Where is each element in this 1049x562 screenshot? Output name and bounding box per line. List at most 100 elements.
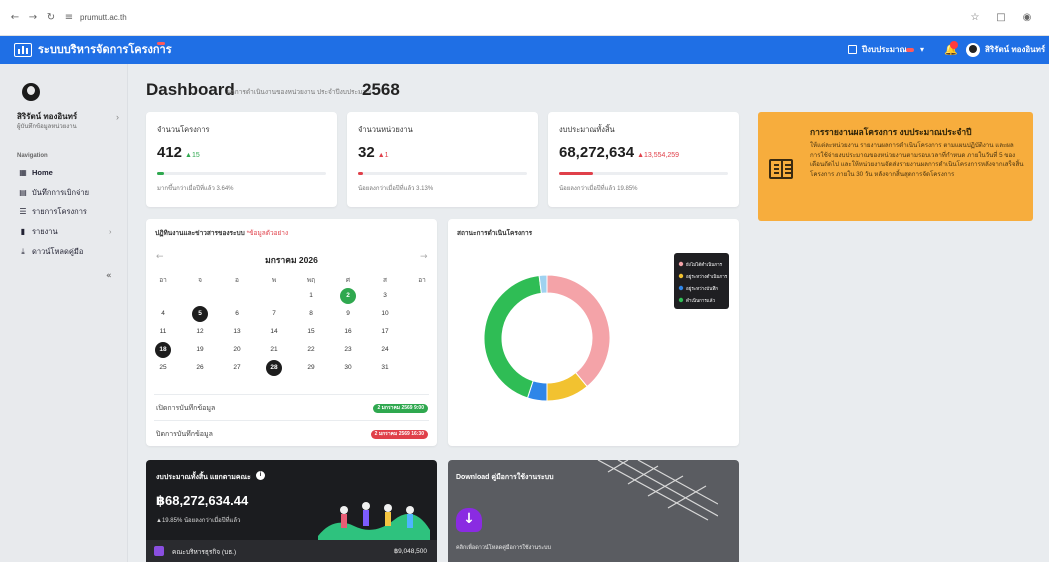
budget-year-value xyxy=(906,48,914,52)
calendar-day[interactable]: 27 xyxy=(229,360,245,376)
stat-note: น้อยลงกว่าเมื่อปีที่แล้ว 19.85% xyxy=(559,186,638,192)
table-icon: ▤ xyxy=(19,188,27,197)
forward-icon[interactable]: → xyxy=(26,11,40,25)
user-menu[interactable]: สิริรัตน์ ทองอินทร์ xyxy=(985,44,1045,56)
stat-progress-fill xyxy=(157,172,164,175)
calendar-day[interactable]: 2 xyxy=(340,288,356,304)
calendar-day[interactable]: 20 xyxy=(229,342,245,358)
calendar-day[interactable]: 29 xyxy=(303,360,319,376)
reload-icon[interactable]: ↻ xyxy=(44,11,58,25)
calendar-icon xyxy=(848,45,857,54)
sidebar-item-reports[interactable]: ▮ รายงาน › xyxy=(17,226,112,238)
collapse-sidebar-icon[interactable]: « xyxy=(106,271,112,281)
calendar-day[interactable]: 17 xyxy=(377,324,393,340)
list-icon: ☰ xyxy=(19,207,27,216)
legend-swatch xyxy=(678,273,684,279)
calendar-day[interactable]: 21 xyxy=(266,342,282,358)
calendar-day[interactable]: 18 xyxy=(155,342,171,358)
profile-icon[interactable]: ◉ xyxy=(1020,11,1034,25)
sidebar-item-disbursement[interactable]: ▤ บันทึกการเบิกจ่าย xyxy=(17,187,89,199)
calendar-day[interactable]: 22 xyxy=(303,342,319,358)
document-icon: ▮ xyxy=(20,227,26,236)
calendar-day[interactable]: 28 xyxy=(266,360,282,376)
calendar-day[interactable]: 4 xyxy=(155,306,171,322)
report-notice-card: การรายงานผลโครงการ งบประมาณประจำปี ให้แต… xyxy=(758,112,1033,221)
address-bar[interactable]: prumutt.ac.th xyxy=(80,10,127,26)
app-title[interactable]: ระบบบริหารจัดการโครงการ xyxy=(38,43,172,57)
calendar-title: ปฏิทินงานและข่าวสารของระบบ *ข้อมูลตัวอย่… xyxy=(155,230,289,237)
calendar-month: มกราคม 2026 xyxy=(265,255,318,265)
calendar-day[interactable]: 12 xyxy=(192,324,208,340)
calendar-card: ปฏิทินงานและข่าวสารของระบบ *ข้อมูลตัวอย่… xyxy=(146,219,437,446)
stat-label: จำนวนโครงการ xyxy=(157,125,210,134)
stat-progress-fill xyxy=(358,172,364,175)
star-icon[interactable]: ☆ xyxy=(968,11,982,25)
calendar-day[interactable]: 3 xyxy=(377,288,393,304)
calendar-title-tag: *ข้อมูลตัวอย่าง xyxy=(246,230,289,237)
calendar-day[interactable]: 30 xyxy=(340,360,356,376)
sidebar-item-projects[interactable]: ☰ รายการโครงการ xyxy=(17,206,87,218)
donut-slice[interactable] xyxy=(546,274,611,388)
calendar-day[interactable]: 11 xyxy=(155,324,171,340)
close-date-label: ปิดการบันทึกข้อมูล xyxy=(156,431,213,438)
stat-card-projects: จำนวนโครงการ 412 ▲15 มากขึ้นกว่าเมื่อปีที… xyxy=(146,112,337,207)
calendar-day[interactable]: 13 xyxy=(229,324,245,340)
calendar-day[interactable]: 1 xyxy=(303,288,319,304)
calendar-day[interactable]: 31 xyxy=(377,360,393,376)
sidebar-item-manual[interactable]: ⤓ ดาวน์โหลดคู่มือ xyxy=(17,246,83,258)
weekday-label: จ xyxy=(198,277,202,284)
sidebar-item-label: Home xyxy=(32,168,53,177)
notice-title: การรายงานผลโครงการ งบประมาณประจำปี xyxy=(810,127,972,137)
stat-progress xyxy=(358,172,527,175)
faculty-budget: ฿9,048,500 xyxy=(393,548,427,555)
calendar-day[interactable]: 9 xyxy=(340,306,356,322)
download-manual-card[interactable]: Download คู่มือการใช้งานระบบ คลิกเพื่อดา… xyxy=(448,460,739,562)
cloud-download-icon[interactable] xyxy=(456,508,482,532)
calendar-day[interactable]: 10 xyxy=(377,306,393,322)
legend-label[interactable]: ยังไม่ได้ดำเนินการ xyxy=(686,261,723,267)
sidebar-section-label: Navigation xyxy=(17,153,48,159)
calendar-day[interactable]: 5 xyxy=(192,306,208,322)
calendar-day[interactable]: 26 xyxy=(192,360,208,376)
stat-note: น้อยลงกว่าเมื่อปีที่แล้ว 3.13% xyxy=(358,186,434,192)
avatar[interactable] xyxy=(966,43,980,57)
budget-note: ▲19.85% น้อยลงกว่าเมื่อปีที่แล้ว xyxy=(156,518,241,524)
legend-swatch xyxy=(678,261,684,267)
donut-slice[interactable] xyxy=(483,274,542,399)
download-title: Download คู่มือการใช้งานระบบ xyxy=(456,474,554,481)
next-month-icon[interactable]: → xyxy=(420,252,428,262)
budget-total: ฿68,272,634.44 xyxy=(156,493,249,508)
info-icon[interactable]: i xyxy=(256,471,265,480)
stat-note: มากขึ้นกว่าเมื่อปีที่แล้ว 3.64% xyxy=(157,186,234,192)
calendar-day[interactable]: 6 xyxy=(229,306,245,322)
calendar-day[interactable]: 7 xyxy=(266,306,282,322)
calendar-day[interactable]: 19 xyxy=(192,342,208,358)
calendar-day[interactable]: 16 xyxy=(340,324,356,340)
calendar-day[interactable]: 23 xyxy=(340,342,356,358)
user-avatar xyxy=(22,83,40,101)
chevron-down-icon[interactable]: ▾ xyxy=(920,44,924,56)
site-settings-icon[interactable]: ≡ xyxy=(62,11,76,25)
calendar-day[interactable]: 24 xyxy=(377,342,393,358)
sidebar-item-label: รายการโครงการ xyxy=(32,207,87,216)
team-illustration-icon xyxy=(318,502,430,540)
divider xyxy=(154,394,429,395)
legend-label[interactable]: อยู่ระหว่างดำเนินการ xyxy=(686,273,728,280)
stat-value: 68,272,634 ▲13,554,259 xyxy=(559,144,680,161)
extension-icon[interactable]: □ xyxy=(994,11,1008,25)
back-icon[interactable]: ← xyxy=(8,11,22,25)
calendar-day[interactable]: 8 xyxy=(303,306,319,322)
calendar-day[interactable]: 15 xyxy=(303,324,319,340)
faculty-row[interactable]: คณะบริหารธุรกิจ (บธ.) ฿9,048,500 xyxy=(146,540,437,562)
calendar-day[interactable]: 25 xyxy=(155,360,171,376)
budget-year-dropdown[interactable]: ปีงบประมาณ xyxy=(862,44,907,56)
legend-label[interactable]: ดำเนินการแล้ว xyxy=(686,297,715,303)
sidebar-item-home[interactable]: ▦ Home xyxy=(17,167,53,179)
close-date-badge: 2 มกราคม 2569 16:30 xyxy=(370,430,428,439)
calendar-day[interactable]: 14 xyxy=(266,324,282,340)
chevron-right-icon[interactable]: › xyxy=(116,112,119,122)
project-status-card: สถานะการดำเนินโครงการ ยังไม่ได้ดำเนินการ… xyxy=(448,219,739,446)
stat-value: 412 ▲15 xyxy=(157,144,200,161)
weekday-label: พ xyxy=(271,277,277,284)
app-title-badge xyxy=(157,42,165,45)
